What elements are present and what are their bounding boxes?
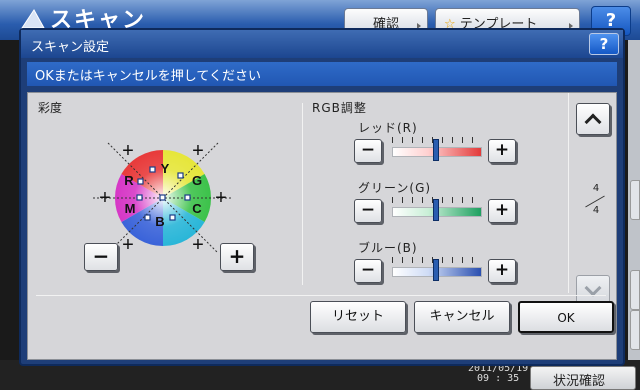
- red-label: レッド(R): [358, 121, 418, 135]
- red-slider-thumb[interactable]: [433, 139, 439, 161]
- svg-text:+: +: [122, 140, 134, 162]
- chevron-up-icon: [584, 113, 602, 131]
- status-button[interactable]: 状況確認: [530, 366, 636, 390]
- scroll-up-button[interactable]: [576, 103, 610, 135]
- blue-label: ブルー(B): [358, 241, 418, 255]
- time-text: 09 : 35: [477, 373, 520, 384]
- dialog-title: スキャン設定: [31, 40, 110, 55]
- saturation-minus-button[interactable]: −: [84, 243, 118, 271]
- green-label: グリーン(G): [358, 181, 432, 195]
- red-plus-button[interactable]: +: [488, 139, 516, 163]
- page-total: 4: [592, 205, 600, 216]
- rgb-adjust-label: RGB調整: [312, 101, 367, 115]
- dialog-titlebar: スキャン設定 ?: [21, 30, 623, 58]
- blue-plus-button[interactable]: +: [488, 259, 516, 283]
- reset-button[interactable]: リセット: [310, 301, 406, 333]
- cancel-button[interactable]: キャンセル: [414, 301, 510, 333]
- blue-slider[interactable]: [392, 257, 482, 281]
- green-slider-thumb[interactable]: [433, 199, 439, 221]
- blue-minus-button[interactable]: −: [354, 259, 382, 283]
- ok-button[interactable]: OK: [518, 301, 614, 333]
- page-current: 4: [592, 183, 600, 194]
- side-tab: [630, 270, 640, 310]
- svg-text:+: +: [192, 140, 204, 162]
- datetime: 2011/05/19 09 : 35: [468, 364, 528, 384]
- wheel-letter-r: R: [124, 173, 134, 188]
- chevron-down-icon: [584, 279, 602, 297]
- red-minus-button[interactable]: −: [354, 139, 382, 163]
- wheel-letter-c: C: [192, 201, 202, 216]
- instruction-message: OKまたはキャンセルを押してください: [27, 62, 617, 86]
- scroll-divider: [568, 93, 569, 293]
- blue-slider-thumb[interactable]: [433, 259, 439, 281]
- saturation-label: 彩度: [38, 101, 63, 115]
- wheel-letter-g: G: [192, 173, 202, 188]
- svg-text:+: +: [122, 234, 134, 256]
- wheel-letter-b: B: [155, 214, 164, 229]
- section-divider: [302, 103, 303, 285]
- svg-text:+: +: [99, 187, 111, 209]
- side-tab: [630, 310, 640, 350]
- footer-divider: [36, 295, 606, 296]
- dialog-body: 彩度 + + + + + + R Y G M C B − + RGB調整 レッド…: [27, 92, 617, 360]
- green-plus-button[interactable]: +: [488, 199, 516, 223]
- red-slider[interactable]: [392, 137, 482, 161]
- green-slider[interactable]: [392, 197, 482, 221]
- svg-text:+: +: [215, 187, 227, 209]
- wheel-letter-m: M: [125, 201, 136, 216]
- dialog-help-button[interactable]: ?: [589, 33, 619, 55]
- scan-settings-dialog: スキャン設定 ? OKまたはキャンセルを押してください 彩度 + + + + +…: [19, 28, 625, 366]
- wheel-letter-y: Y: [161, 161, 170, 176]
- saturation-plus-button[interactable]: +: [220, 243, 254, 271]
- background-side-strip: [628, 40, 640, 360]
- green-minus-button[interactable]: −: [354, 199, 382, 223]
- svg-text:+: +: [192, 234, 204, 256]
- side-tab: [630, 180, 640, 220]
